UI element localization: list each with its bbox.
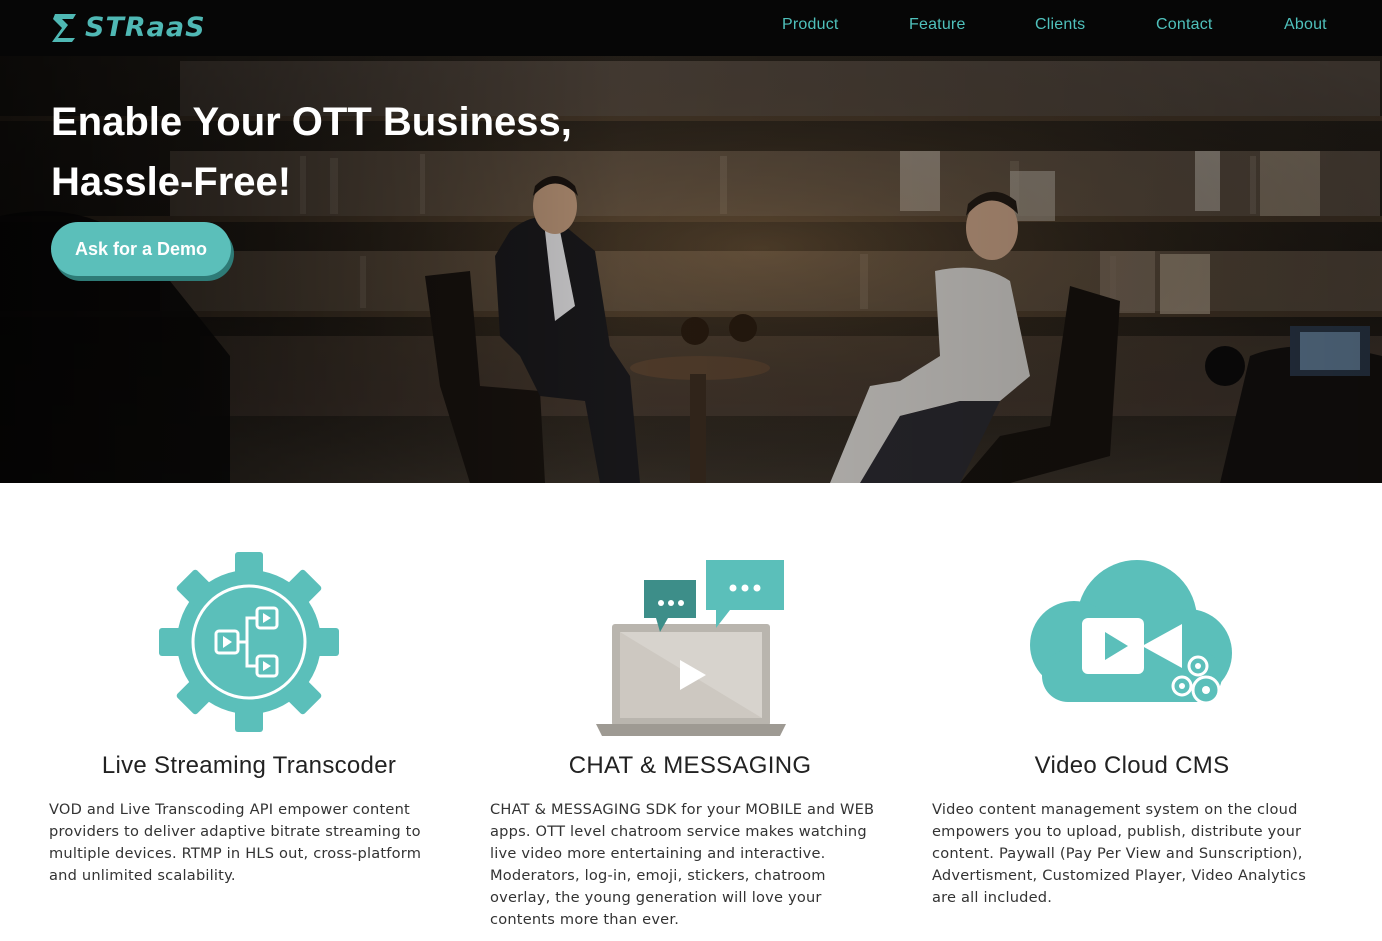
laptop-chat-icon: [596, 560, 786, 736]
nav-about[interactable]: About: [1284, 16, 1327, 34]
cloud-video-icon: [1030, 560, 1232, 705]
brand-logo[interactable]: STRaaS: [51, 10, 206, 44]
feature-description: VOD and Live Transcoding API empower con…: [49, 801, 422, 884]
straas-logo-icon: [52, 14, 76, 42]
nav-contact[interactable]: Contact: [1156, 16, 1213, 34]
feature-title: Live Streaming Transcoder: [101, 752, 397, 779]
gear-workflow-icon: [159, 552, 339, 732]
ask-for-demo-button[interactable]: Ask for a Demo: [51, 222, 231, 276]
feature-title: CHAT & MESSAGING: [568, 752, 812, 779]
hero-headline-line-2: Hassle-Free!: [51, 160, 292, 204]
hero-headline-line-1: Enable Your OTT Business,: [51, 100, 572, 144]
hero-banner: Enable Your OTT Business, Hassle-Free! A…: [0, 56, 1382, 483]
feature-title: Video Cloud CMS: [1034, 752, 1230, 779]
nav-product[interactable]: Product: [782, 16, 839, 34]
nav-feature[interactable]: Feature: [909, 16, 966, 34]
feature-description: Video content management system on the c…: [932, 801, 1307, 906]
top-navigation-bar: STRaaS Product Feature Clients Contact A…: [0, 0, 1382, 56]
hero-headline: Enable Your OTT Business, Hassle-Free!: [51, 92, 572, 212]
feature-icon-container: [932, 540, 1332, 740]
feature-icon-container: [490, 540, 890, 740]
brand-name: STRaaS: [85, 11, 206, 43]
nav-clients[interactable]: Clients: [1035, 16, 1085, 34]
feature-icon-container: [49, 540, 449, 740]
feature-description: CHAT & MESSAGING SDK for your MOBILE and…: [490, 801, 875, 928]
